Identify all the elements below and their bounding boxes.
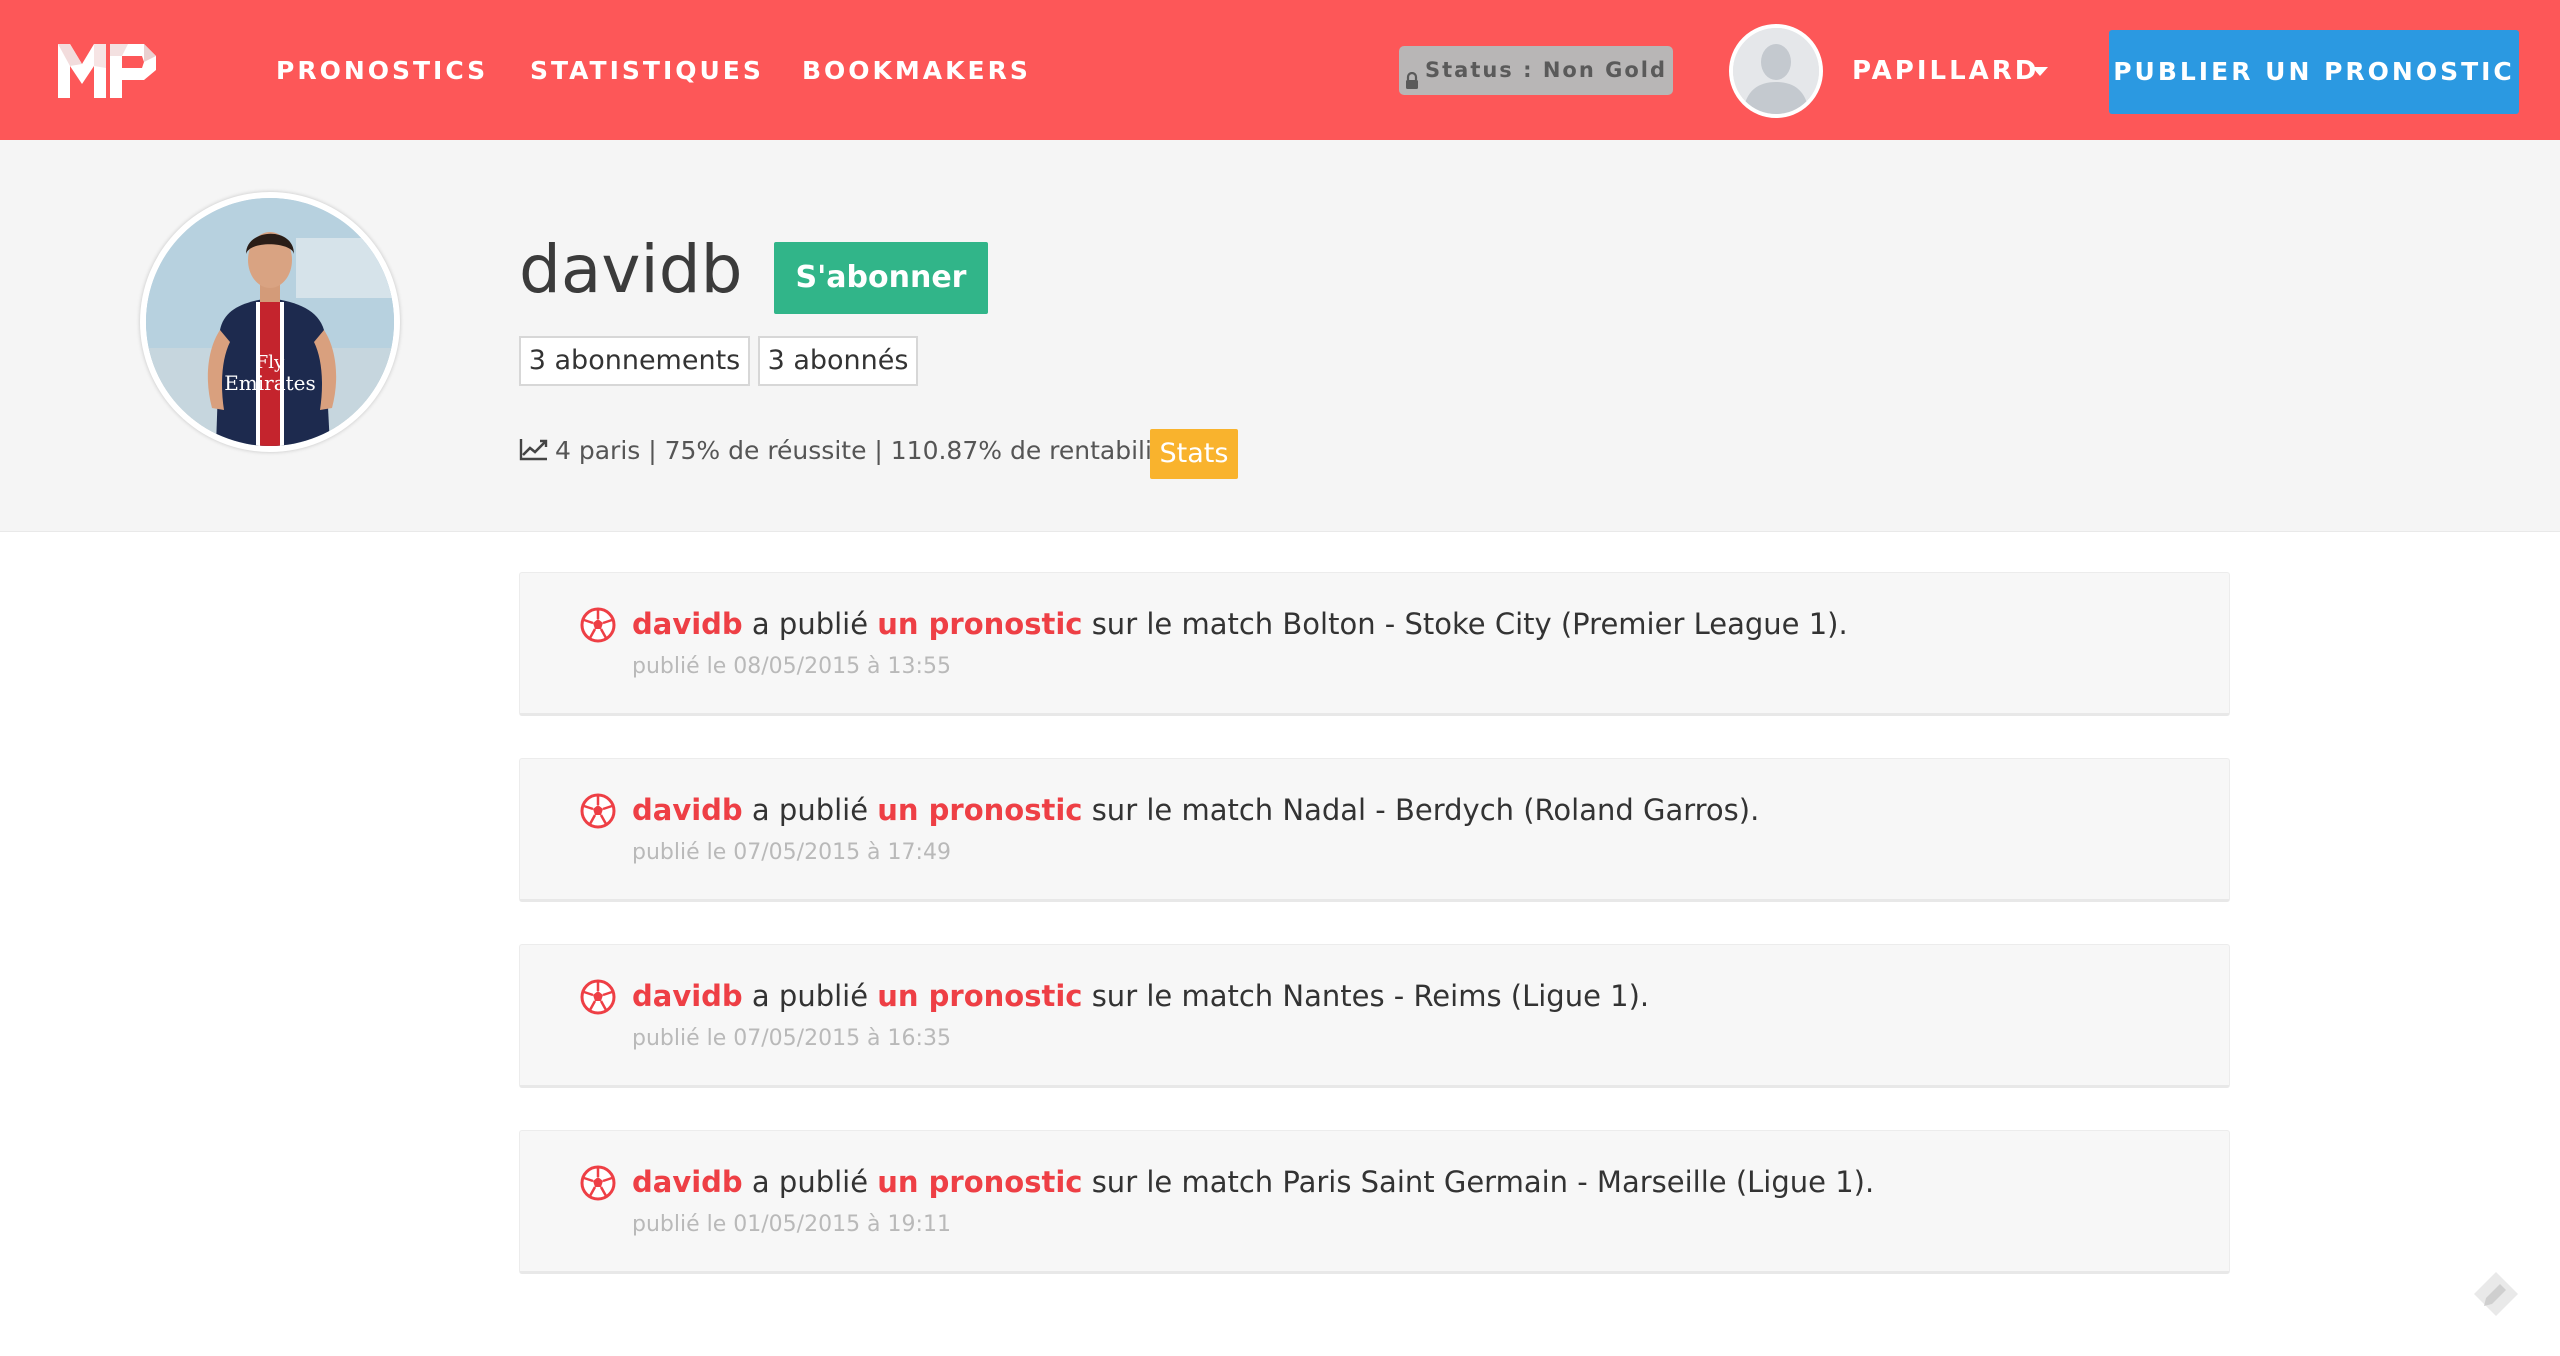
stats-summary-text: 4 paris | 75% de réussite | 110.87% de r… [555,436,1178,465]
feed-line: davidb a publié un pronostic sur le matc… [632,977,1649,1015]
feed-user-link[interactable]: davidb [632,793,743,827]
feed-user-link[interactable]: davidb [632,607,743,641]
top-navbar: PRONOSTICS STATISTIQUES BOOKMAKERS Statu… [0,0,2560,140]
feed-item: davidb a publié un pronostic sur le matc… [519,1130,2230,1274]
feedback-icon[interactable] [2470,1268,2522,1320]
stats-summary: 4 paris | 75% de réussite | 110.87% de r… [519,436,1177,466]
nav-statistiques[interactable]: STATISTIQUES [530,56,764,86]
feed-date: publié le 08/05/2015 à 13:55 [632,654,951,679]
feed-verb: a publié [742,793,878,827]
feed-pronostic-link[interactable]: un pronostic [877,1165,1082,1199]
profile-header: Fly Emirates davidb S'abonner 3 abonneme… [0,140,2560,532]
feed-date: publié le 01/05/2015 à 19:11 [632,1212,951,1237]
status-text: Status : Non Gold [1424,58,1667,82]
svg-text:Emirates: Emirates [224,371,316,395]
subscriptions-count[interactable]: 3 abonnements [519,336,750,386]
feed-date: publié le 07/05/2015 à 16:35 [632,1026,951,1051]
lock-icon [1405,59,1419,89]
profile-username: davidb [519,231,743,308]
feed-match-text: sur le match Nadal - Berdych (Roland Gar… [1082,793,1760,827]
user-menu[interactable]: PAPILLARD [1852,56,2039,86]
feed-verb: a publié [742,979,878,1013]
nav-pronostics[interactable]: PRONOSTICS [276,56,488,86]
feed-user-link[interactable]: davidb [632,1165,743,1199]
publish-pronostic-button[interactable]: PUBLIER UN PRONOSTIC [2109,30,2519,114]
status-badge: Status : Non Gold [1399,46,1673,95]
soccer-ball-icon [580,1165,616,1201]
feed-match-text: sur le match Paris Saint Germain - Marse… [1082,1165,1875,1199]
feed-verb: a publié [742,1165,878,1199]
stats-button[interactable]: Stats [1150,429,1238,479]
feed-item: davidb a publié un pronostic sur le matc… [519,572,2230,716]
feed-match-text: sur le match Bolton - Stoke City (Premie… [1082,607,1848,641]
svg-text:Fly: Fly [256,352,285,373]
soccer-ball-icon [580,793,616,829]
feed-item: davidb a publié un pronostic sur le matc… [519,758,2230,902]
feed-pronostic-link[interactable]: un pronostic [877,793,1082,827]
feed-line: davidb a publié un pronostic sur le matc… [632,1163,1874,1201]
nav-bookmakers[interactable]: BOOKMAKERS [802,56,1031,86]
subscribers-count[interactable]: 3 abonnés [758,336,918,386]
logo[interactable] [58,38,168,102]
feed-date: publié le 07/05/2015 à 17:49 [632,840,951,865]
user-avatar[interactable] [1729,24,1823,118]
subscribe-button[interactable]: S'abonner [774,242,988,314]
feed-item: davidb a publié un pronostic sur le matc… [519,944,2230,1088]
profile-photo: Fly Emirates [140,192,400,452]
chart-line-icon [519,437,549,461]
soccer-ball-icon [580,607,616,643]
feed-pronostic-link[interactable]: un pronostic [877,607,1082,641]
caret-down-icon[interactable] [2032,67,2048,76]
feed-pronostic-link[interactable]: un pronostic [877,979,1082,1013]
feed-user-link[interactable]: davidb [632,979,743,1013]
feed-line: davidb a publié un pronostic sur le matc… [632,791,1759,829]
soccer-ball-icon [580,979,616,1015]
feed-match-text: sur le match Nantes - Reims (Ligue 1). [1082,979,1650,1013]
feed-verb: a publié [742,607,878,641]
feed-line: davidb a publié un pronostic sur le matc… [632,605,1848,643]
